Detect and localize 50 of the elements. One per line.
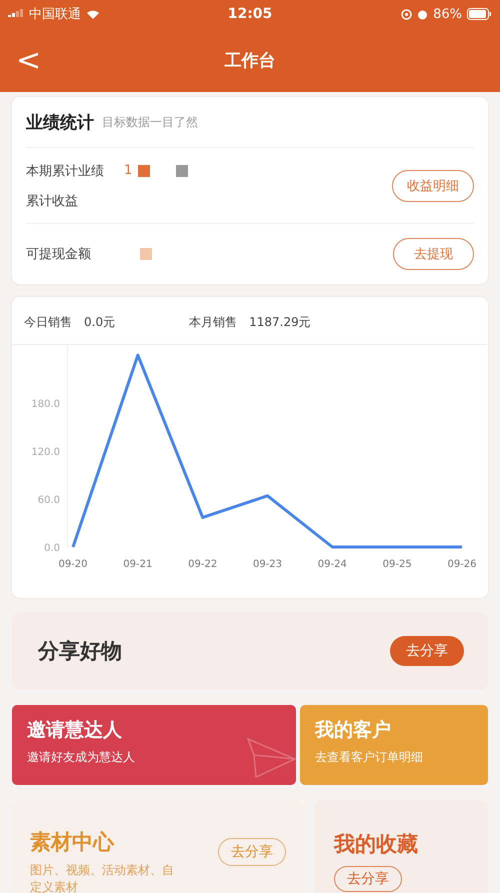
card-title: 素材中心 [30, 829, 116, 856]
y-axis-label: 60.0 [38, 495, 60, 506]
card-title: 业绩统计 [26, 112, 94, 134]
carrier-name: 中国联通 [29, 6, 81, 23]
tile-title: 我的客户 [315, 718, 392, 743]
x-axis-label: 09-20 [58, 559, 88, 570]
x-axis-label: 09-25 [382, 559, 412, 570]
paper-plane-icon [246, 737, 296, 779]
stat-label: 累计收益 [26, 192, 79, 210]
share-button[interactable]: 去分享 [218, 838, 286, 866]
page-title: 工作台 [224, 50, 276, 70]
tile-subtitle: 邀请好友成为慧达人 [27, 749, 136, 766]
x-axis-label: 09-26 [447, 559, 477, 570]
x-axis-label: 09-21 [123, 559, 152, 570]
sales-value: 1187.29元 [249, 314, 311, 331]
income-detail-button[interactable]: 收益明细 [392, 170, 474, 202]
redaction-mark [138, 164, 150, 176]
sales-label: 本月销售 [189, 314, 238, 331]
back-button[interactable]: < [0, 42, 58, 78]
battery-icon [467, 8, 492, 20]
rotation-lock-icon [401, 8, 412, 20]
card-subtitle: 目标数据一目了然 [102, 114, 198, 130]
banner-title: 分享好物 [38, 638, 123, 665]
tile-subtitle: 去查看客户订单明细 [315, 749, 424, 766]
y-axis-label: 120.0 [31, 447, 60, 458]
share-button[interactable]: 去分享 [390, 636, 464, 666]
redaction-mark [176, 164, 188, 176]
y-axis-label: 180.0 [31, 399, 60, 410]
share-button[interactable]: 去分享 [334, 866, 402, 892]
stat-label: 本期累计业绩 [26, 162, 105, 180]
alarm-icon [417, 8, 428, 20]
sales-label: 今日销售 [24, 314, 72, 331]
x-axis-label: 09-22 [188, 559, 218, 570]
y-axis-label: 0.0 [44, 543, 60, 554]
feature-tile[interactable]: 我的客户 去查看客户订单明细 [300, 705, 488, 785]
sales-value: 0.0元 [84, 314, 116, 331]
stat-value: 1 [124, 163, 132, 178]
x-axis-label: 09-23 [252, 559, 282, 570]
card-title: 我的收藏 [334, 831, 418, 858]
x-axis-label: 09-24 [318, 559, 347, 570]
stat-label: 可提现金额 [26, 246, 92, 263]
signal-icon [8, 9, 24, 19]
feature-tile[interactable]: 邀请慧达人 邀请好友成为慧达人 [12, 705, 296, 785]
wifi-icon [86, 8, 100, 20]
card-subtitle: 图片、视频、活动素材、自定义素材 [30, 862, 175, 893]
tile-title: 邀请慧达人 [27, 718, 123, 743]
withdraw-button[interactable]: 去提现 [393, 238, 474, 270]
battery-percent: 86% [433, 6, 462, 22]
status-time: 12:05 [228, 6, 272, 22]
redaction-mark [140, 248, 152, 260]
